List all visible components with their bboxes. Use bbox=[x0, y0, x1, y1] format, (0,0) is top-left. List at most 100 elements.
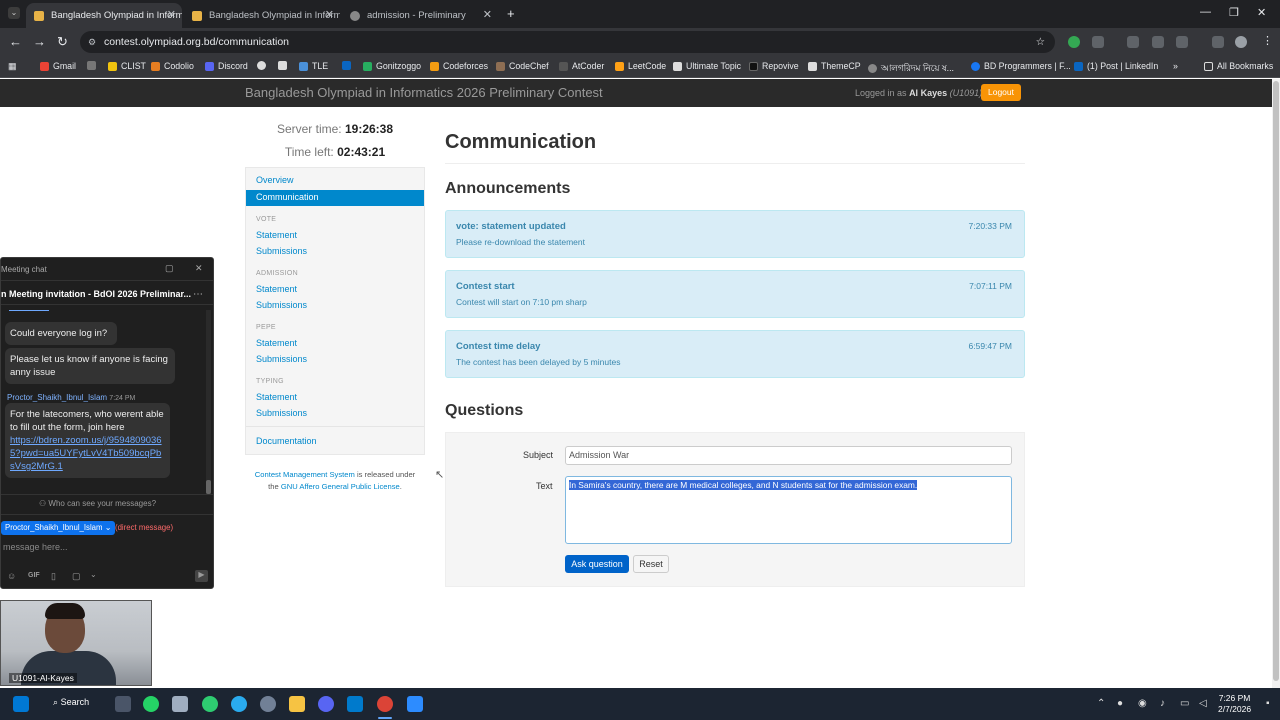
bookmark-x[interactable] bbox=[278, 61, 291, 70]
chrome-icon[interactable] bbox=[377, 696, 393, 712]
bookmark-gonitzoggo[interactable]: Gonitzoggo bbox=[363, 61, 421, 71]
reader-icon[interactable] bbox=[1176, 36, 1188, 48]
recipient-selector[interactable]: Proctor_Shaikh_Ibnul_Islam ⌄ bbox=[1, 521, 116, 535]
reset-button[interactable]: Reset bbox=[633, 555, 669, 573]
vscode-icon[interactable] bbox=[347, 696, 363, 712]
close-window-icon[interactable]: ✕ bbox=[1257, 6, 1266, 19]
star-list-icon[interactable] bbox=[1152, 36, 1164, 48]
tray-discord-icon[interactable]: ◉ bbox=[1138, 698, 1147, 709]
sidebar-item-overview[interactable]: Overview bbox=[256, 175, 294, 185]
reload-icon[interactable]: ↻ bbox=[57, 34, 68, 50]
close-icon[interactable]: ✕ bbox=[195, 263, 203, 274]
send-icon[interactable]: ▶ bbox=[195, 570, 208, 582]
site-title[interactable]: Bangladesh Olympiad in Informatics 2026 … bbox=[245, 85, 603, 100]
chat-message-input[interactable]: message here... bbox=[3, 542, 68, 552]
settings-app-icon[interactable] bbox=[202, 696, 218, 712]
discord-icon[interactable] bbox=[318, 696, 334, 712]
logout-button[interactable]: Logout bbox=[981, 84, 1021, 101]
bookmark-star-icon[interactable]: ☆ bbox=[1036, 31, 1045, 53]
file-icon[interactable]: ▯ bbox=[51, 571, 56, 582]
site-info-icon[interactable]: ⚙ bbox=[88, 31, 96, 53]
ask-question-button[interactable]: Ask question bbox=[565, 555, 629, 573]
tab-search-icon[interactable]: ⌄ bbox=[8, 7, 20, 19]
page-scrollbar-thumb[interactable] bbox=[1273, 81, 1279, 681]
sidebar-item-pepe-statement[interactable]: Statement bbox=[256, 338, 297, 348]
screenshot-icon[interactable]: ▢ bbox=[72, 571, 81, 582]
sidebar-item-communication[interactable]: Communication bbox=[246, 190, 424, 206]
bookmark-discord[interactable]: Discord bbox=[205, 61, 248, 71]
forward-icon[interactable]: → bbox=[33, 34, 46, 49]
sidebar-item-typing-submissions[interactable]: Submissions bbox=[256, 408, 307, 418]
sidebar-item-admission-statement[interactable]: Statement bbox=[256, 284, 297, 294]
browser-tab-3[interactable]: admission - Preliminary ✕ bbox=[342, 3, 498, 28]
address-bar[interactable]: ⚙ contest.olympiad.org.bd/communication … bbox=[80, 31, 1055, 53]
who-can-see-link[interactable]: ⚇ Who can see your messages? bbox=[39, 499, 156, 508]
speaker-icon[interactable]: ◁ bbox=[1199, 698, 1207, 709]
browser-tab-2[interactable]: Bangladesh Olympiad in Informatics ✕ bbox=[184, 3, 340, 28]
chat-scrollbar-thumb[interactable] bbox=[206, 480, 211, 494]
chat-scrollbar[interactable] bbox=[206, 310, 211, 495]
camera-icon[interactable]: ▭ bbox=[1180, 698, 1189, 709]
bookmark-bd-programmers[interactable]: BD Programmers | F... bbox=[971, 61, 1071, 71]
tray-app-icon[interactable]: ● bbox=[1117, 698, 1123, 709]
question-text-area[interactable]: In Samira's country, there are M medical… bbox=[565, 476, 1012, 544]
bookmark-ultimate-topic[interactable]: Ultimate Topic bbox=[673, 61, 741, 71]
bookmark-github[interactable] bbox=[257, 61, 270, 70]
taskbar-search[interactable]: ⌕ Search bbox=[53, 697, 89, 708]
cms-link[interactable]: Contest Management System bbox=[255, 470, 355, 479]
all-bookmarks[interactable]: All Bookmarks bbox=[1204, 61, 1273, 71]
subject-input[interactable]: Admission War bbox=[565, 446, 1012, 465]
task-view-icon[interactable] bbox=[115, 696, 131, 712]
restore-icon[interactable]: ❐ bbox=[1229, 6, 1239, 19]
sidebar-item-vote-submissions[interactable]: Submissions bbox=[256, 246, 307, 256]
bookmark-mf[interactable] bbox=[87, 61, 100, 70]
sidebar-item-documentation[interactable]: Documentation bbox=[256, 436, 317, 446]
bookmark-linkedin-post[interactable]: (1) Post | LinkedIn bbox=[1074, 61, 1158, 71]
apps-icon[interactable]: ▦ bbox=[8, 61, 16, 72]
download-icon[interactable] bbox=[1212, 36, 1224, 48]
telegram-icon[interactable] bbox=[231, 696, 247, 712]
more-options-icon[interactable]: ⋯ bbox=[193, 289, 203, 300]
menu-icon[interactable]: ⋮ bbox=[1262, 34, 1273, 47]
close-icon[interactable]: ✕ bbox=[325, 8, 334, 21]
sidebar-item-vote-statement[interactable]: Statement bbox=[256, 230, 297, 240]
close-icon[interactable]: ✕ bbox=[483, 8, 492, 21]
back-icon[interactable]: ← bbox=[9, 34, 22, 49]
more-bookmarks-icon[interactable]: » bbox=[1173, 61, 1178, 71]
new-tab-icon[interactable]: + bbox=[507, 6, 515, 21]
bookmark-atcoder[interactable]: AtCoder bbox=[559, 61, 604, 71]
close-icon[interactable]: ✕ bbox=[167, 8, 176, 21]
minimize-icon[interactable]: — bbox=[1200, 6, 1211, 18]
popout-icon[interactable]: ▢ bbox=[165, 263, 174, 274]
file-explorer-icon[interactable] bbox=[289, 696, 305, 712]
zoom-link[interactable]: https://bdren.zoom.us/j/95948090365?pwd=… bbox=[10, 435, 162, 472]
windows-start-icon[interactable] bbox=[13, 696, 29, 712]
browser-tab-1[interactable]: Bangladesh Olympiad in Informatics ✕ bbox=[26, 3, 182, 28]
bookmark-codolio[interactable]: Codolio bbox=[151, 61, 194, 71]
puzzle-icon[interactable] bbox=[1092, 36, 1104, 48]
bookmark-leetcode[interactable]: LeetCode bbox=[615, 61, 666, 71]
sidebar-item-typing-statement[interactable]: Statement bbox=[256, 392, 297, 402]
zoom-icon[interactable] bbox=[407, 696, 423, 712]
sidebar-item-pepe-submissions[interactable]: Submissions bbox=[256, 354, 307, 364]
chevron-down-icon[interactable]: ⌄ bbox=[90, 570, 97, 579]
bookmark-gmail[interactable]: Gmail bbox=[40, 61, 76, 71]
tray-chevron-icon[interactable]: ⌃ bbox=[1097, 698, 1105, 709]
license-link[interactable]: GNU Affero General Public License bbox=[281, 482, 400, 491]
bookmark-linkedin-icon[interactable] bbox=[342, 61, 355, 70]
bookmark-themecp[interactable]: ThemeCP bbox=[808, 61, 861, 71]
bookmark-codeforces[interactable]: Codeforces bbox=[430, 61, 488, 71]
bookmark-clist[interactable]: CLIST bbox=[108, 61, 146, 71]
bookmark-codechef[interactable]: CodeChef bbox=[496, 61, 549, 71]
sidebar-item-admission-submissions[interactable]: Submissions bbox=[256, 300, 307, 310]
participant-video[interactable]: U1091-Al-Kayes bbox=[0, 600, 152, 686]
profile-avatar[interactable] bbox=[1235, 36, 1247, 48]
microphone-icon[interactable]: ♪ bbox=[1160, 698, 1165, 709]
whatsapp-icon[interactable] bbox=[143, 696, 159, 712]
bookmark-algorithm[interactable]: আলগরিদম নিয়ে ষ... bbox=[868, 61, 954, 76]
notification-icon[interactable]: ▪ bbox=[1266, 698, 1270, 709]
extension-icon[interactable] bbox=[1068, 36, 1080, 48]
emoji-icon[interactable]: ☺ bbox=[7, 571, 16, 581]
app-icon[interactable] bbox=[172, 696, 188, 712]
translate-icon[interactable] bbox=[1127, 36, 1139, 48]
